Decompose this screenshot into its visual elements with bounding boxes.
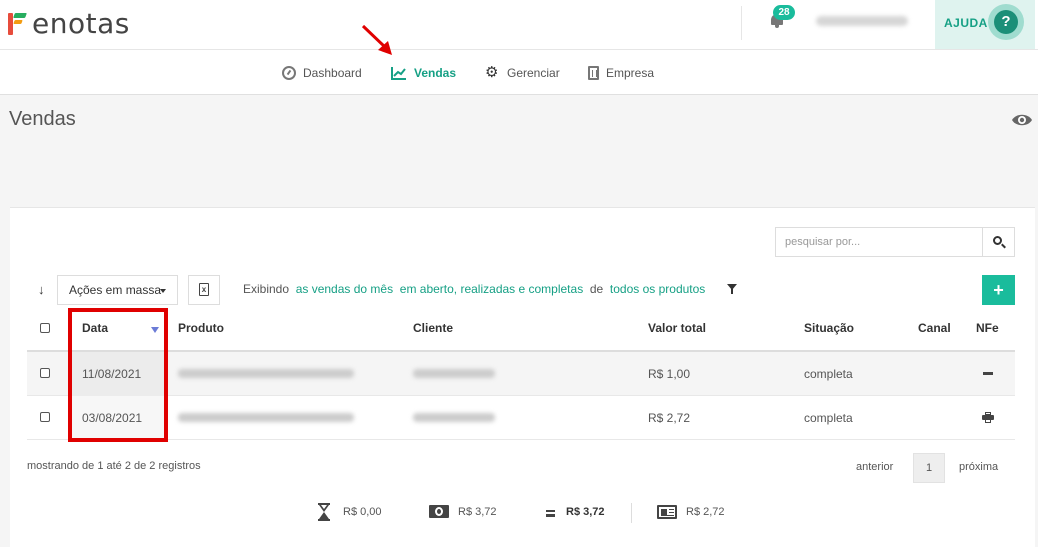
annotation-arrow-icon xyxy=(361,24,392,55)
filter-prefix: Exibindo xyxy=(243,282,290,296)
bulk-actions-label: Ações em massa xyxy=(69,283,162,297)
row-product-redacted xyxy=(178,413,354,422)
row-client-redacted xyxy=(413,413,495,422)
column-header-situacao[interactable]: Situação xyxy=(804,321,854,335)
pagination-page-1[interactable]: 1 xyxy=(913,453,945,483)
filter-status-link[interactable]: em aberto, realizadas e completas xyxy=(400,282,583,296)
filter-period-link[interactable]: as vendas do mês xyxy=(296,282,393,296)
column-header-valor-total[interactable]: Valor total xyxy=(648,321,706,335)
gear-icon xyxy=(485,63,500,81)
filter-connector: de xyxy=(589,282,604,296)
chart-line-icon xyxy=(391,67,406,80)
total-invoiced: R$ 2,72 xyxy=(686,506,725,518)
equals-icon xyxy=(546,510,555,517)
nav-item-label: Vendas xyxy=(414,66,457,80)
gauge-icon xyxy=(282,66,296,80)
column-header-produto[interactable]: Produto xyxy=(178,321,224,335)
row-checkbox[interactable] xyxy=(40,368,50,378)
column-header-cliente[interactable]: Cliente xyxy=(413,321,453,335)
search-input[interactable] xyxy=(776,228,982,256)
column-header-canal[interactable]: Canal xyxy=(918,321,951,335)
row-value: R$ 2,72 xyxy=(648,411,691,425)
printer-icon[interactable] xyxy=(982,412,994,424)
row-product-redacted xyxy=(178,369,354,378)
nav-item-dashboard[interactable]: Dashboard xyxy=(282,65,362,81)
row-client-redacted xyxy=(413,369,495,378)
hourglass-icon xyxy=(318,503,330,521)
notifications-badge[interactable]: 28 xyxy=(773,5,795,20)
minus-icon[interactable] xyxy=(983,372,993,375)
totals-divider xyxy=(631,503,632,523)
select-all-checkbox[interactable] xyxy=(40,323,50,333)
caret-down-icon xyxy=(160,289,166,293)
filter-products-link[interactable]: todos os produtos xyxy=(610,282,705,296)
header-divider xyxy=(741,6,742,40)
question-icon: ? xyxy=(994,10,1018,34)
pagination-prev[interactable]: anterior xyxy=(856,461,893,473)
user-name-redacted[interactable] xyxy=(816,16,908,26)
invoice-icon xyxy=(657,505,677,519)
row-status: completa xyxy=(804,367,853,381)
column-header-nfe[interactable]: NFe xyxy=(976,321,999,335)
filter-summary: Exibindo as vendas do mês em aberto, rea… xyxy=(243,282,705,296)
enotas-logo[interactable]: enotas xyxy=(8,6,130,42)
total-pending: R$ 0,00 xyxy=(343,506,382,518)
pagination-next[interactable]: próxima xyxy=(959,461,998,473)
bulk-actions-button[interactable]: Ações em massa xyxy=(57,275,178,305)
nav-item-label: Gerenciar xyxy=(507,66,560,80)
help-avatar: ? xyxy=(988,4,1024,40)
table-row[interactable]: 03/08/2021 R$ 2,72 completa xyxy=(27,396,1015,440)
row-value: R$ 1,00 xyxy=(648,367,691,381)
total-sum: R$ 3,72 xyxy=(566,506,605,518)
table-row[interactable]: 11/08/2021 R$ 1,00 completa xyxy=(27,352,1015,396)
total-received: R$ 3,72 xyxy=(458,506,497,518)
nav-item-empresa[interactable]: Empresa xyxy=(588,65,654,81)
add-sale-button[interactable]: + xyxy=(982,275,1015,305)
help-label: AJUDA xyxy=(944,16,988,30)
nav-item-gerenciar[interactable]: Gerenciar xyxy=(485,63,560,81)
main-nav: Dashboard Vendas Gerenciar Empresa xyxy=(0,50,1038,95)
help-button[interactable]: AJUDA ? xyxy=(935,0,1035,49)
page-title: Vendas xyxy=(9,108,76,130)
sort-toggle-icon[interactable]: ↓ xyxy=(38,282,45,297)
export-excel-button[interactable]: x xyxy=(188,275,220,305)
row-checkbox[interactable] xyxy=(40,412,50,422)
excel-file-icon: x xyxy=(199,283,209,296)
row-status: completa xyxy=(804,411,853,425)
nav-item-label: Empresa xyxy=(606,66,655,80)
nav-item-vendas[interactable]: Vendas xyxy=(391,65,456,81)
eye-icon[interactable] xyxy=(1011,112,1033,128)
top-bar: enotas 28 AJUDA ? xyxy=(0,0,1038,50)
building-icon xyxy=(588,66,599,80)
search-box xyxy=(775,227,1015,257)
search-button[interactable] xyxy=(982,228,1014,256)
logo-text: enotas xyxy=(32,7,130,40)
annotation-highlight-box xyxy=(68,308,168,442)
logo-mark-icon xyxy=(8,11,30,37)
money-bill-icon xyxy=(429,505,449,518)
nav-item-label: Dashboard xyxy=(303,66,362,80)
records-summary: mostrando de 1 até 2 de 2 registros xyxy=(27,460,201,472)
